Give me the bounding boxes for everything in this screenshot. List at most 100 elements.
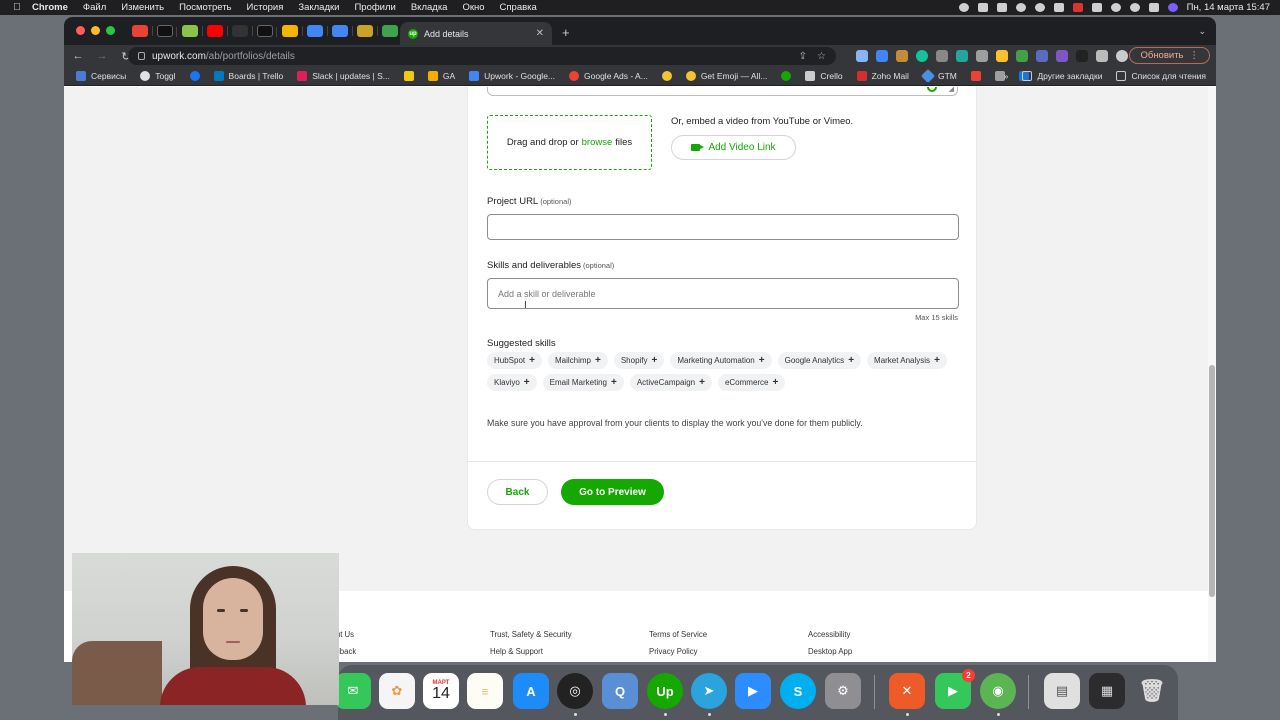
- skill-chip-marketing-automation[interactable]: Marketing Automation +: [670, 352, 772, 369]
- messages-app-icon[interactable]: ✉: [335, 673, 371, 709]
- resize-handle-icon[interactable]: ◢: [949, 87, 954, 93]
- menu-tab[interactable]: Вкладка: [411, 2, 448, 13]
- extension-icon[interactable]: [876, 50, 888, 62]
- menubar-clock[interactable]: Пн, 14 марта 15:47: [1187, 2, 1270, 13]
- extension-icon[interactable]: [956, 50, 968, 62]
- minimize-window-button[interactable]: [91, 26, 100, 35]
- tab-icon[interactable]: [257, 25, 277, 37]
- telegram-app-icon[interactable]: ➤: [691, 673, 727, 709]
- skill-chip-market-analysis[interactable]: Market Analysis +: [867, 352, 947, 369]
- bookmark-trello[interactable]: Boards | Trello: [213, 71, 283, 81]
- footer-link-desktop-app[interactable]: Desktop App: [808, 647, 852, 656]
- description-textarea[interactable]: ◢: [487, 87, 958, 96]
- battery-icon[interactable]: [1053, 3, 1064, 12]
- bookmark-gmail[interactable]: [970, 71, 981, 81]
- cloud-icon[interactable]: [996, 3, 1007, 12]
- documents-stack-icon[interactable]: ▤: [1044, 673, 1080, 709]
- bookmark-upwork[interactable]: [781, 71, 792, 81]
- footer-link-privacy[interactable]: Privacy Policy: [649, 647, 698, 656]
- extension-icon[interactable]: [936, 50, 948, 62]
- bookmark-icon-only[interactable]: [403, 71, 414, 81]
- bookmark-gtm[interactable]: GTM: [920, 68, 957, 84]
- scrollbar-thumb[interactable]: [1209, 365, 1215, 597]
- bookmark-toggl[interactable]: Toggl: [140, 71, 176, 81]
- obs-app-icon[interactable]: ◎: [557, 673, 593, 709]
- system-preferences-icon[interactable]: ⚙: [825, 673, 861, 709]
- quicktime-app-icon[interactable]: Q: [602, 673, 638, 709]
- youtube-tab-icon[interactable]: [207, 25, 228, 37]
- battery-icon[interactable]: [1091, 3, 1102, 12]
- google-docs-tab-icon[interactable]: [307, 25, 328, 37]
- footer-link-terms[interactable]: Terms of Service: [649, 630, 707, 639]
- go-to-preview-button[interactable]: Go to Preview: [561, 479, 664, 505]
- bookmark-google-ads[interactable]: Google Ads - A...: [569, 71, 648, 81]
- address-bar[interactable]: upwork.com/ab/portfolios/details ⇪ ☆: [128, 47, 836, 65]
- tab-icon[interactable]: [232, 25, 253, 37]
- skill-chip-google-analytics[interactable]: Google Analytics +: [777, 352, 862, 369]
- photos-app-icon[interactable]: ✿: [379, 673, 415, 709]
- page-scrollbar[interactable]: [1208, 87, 1216, 662]
- notes-app-icon[interactable]: ≡: [467, 673, 503, 709]
- tab-icon[interactable]: [182, 25, 203, 37]
- google-docs-tab-icon[interactable]: [332, 25, 353, 37]
- bookmark-ga[interactable]: GA: [427, 71, 455, 81]
- extension-icon[interactable]: [996, 50, 1008, 62]
- bookmark-apps[interactable]: Сервисы: [76, 71, 126, 81]
- status-icon[interactable]: [1015, 3, 1026, 12]
- bookmark-slack[interactable]: Slack | updates | S...: [297, 71, 390, 81]
- update-chrome-button[interactable]: Обновить ⋮: [1129, 47, 1210, 64]
- bookmark-facebook[interactable]: [189, 71, 200, 81]
- zoom-app-icon[interactable]: ▶: [735, 673, 771, 709]
- bookmark-zoho-mail[interactable]: Zoho Mail: [856, 71, 909, 81]
- footer-link-help-support[interactable]: Help & Support: [490, 647, 543, 656]
- zoom-window-button[interactable]: [106, 26, 115, 35]
- reading-list-button[interactable]: Список для чтения: [1116, 71, 1206, 81]
- xmind-app-icon[interactable]: ✕: [889, 673, 925, 709]
- profile-avatar[interactable]: [1116, 50, 1128, 62]
- back-arrow-icon[interactable]: ←: [72, 50, 84, 62]
- keyboard-layout-icon[interactable]: [1072, 3, 1083, 12]
- status-icon[interactable]: [977, 3, 988, 12]
- skill-chip-klaviyo[interactable]: Klaviyo +: [487, 374, 537, 391]
- grammarly-icon[interactable]: [927, 87, 937, 92]
- extension-icon[interactable]: [1076, 50, 1088, 62]
- more-bookmarks-icon[interactable]: »: [1004, 71, 1009, 81]
- extension-icon[interactable]: [1016, 50, 1028, 62]
- tab-icon[interactable]: [157, 25, 177, 37]
- new-tab-button[interactable]: +: [562, 25, 570, 40]
- extension-icon[interactable]: [856, 50, 868, 62]
- menu-view[interactable]: Посмотреть: [179, 2, 231, 13]
- skype-app-icon[interactable]: S: [780, 673, 816, 709]
- bookmark-upwork-google[interactable]: Upwork - Google...: [469, 71, 555, 81]
- footer-link-trust-safety[interactable]: Trust, Safety & Security: [490, 630, 572, 639]
- menu-bookmarks[interactable]: Закладки: [298, 2, 339, 13]
- control-center-icon[interactable]: [1148, 3, 1159, 12]
- file-dropzone[interactable]: Drag and drop or browse files: [487, 115, 652, 170]
- chrome-app-icon[interactable]: ◉: [980, 673, 1016, 709]
- puzzle-extensions-icon[interactable]: [1096, 50, 1108, 62]
- add-video-link-button[interactable]: Add Video Link: [671, 135, 796, 160]
- bookmark-icon-only[interactable]: [661, 71, 672, 81]
- back-button[interactable]: Back: [487, 479, 548, 505]
- google-slides-tab-icon[interactable]: [282, 25, 303, 37]
- wifi-icon[interactable]: [1110, 3, 1121, 12]
- skills-input[interactable]: Add a skill or deliverable: [487, 278, 959, 309]
- status-icon[interactable]: [1034, 3, 1045, 12]
- extension-icon[interactable]: [1056, 50, 1068, 62]
- forward-arrow-icon[interactable]: →: [96, 50, 108, 62]
- extension-icon[interactable]: [976, 50, 988, 62]
- share-icon[interactable]: ⇪: [799, 51, 807, 62]
- active-tab[interactable]: up Add details ✕: [400, 22, 552, 45]
- browse-files-link[interactable]: browse: [582, 137, 613, 148]
- menu-app-name[interactable]: Chrome: [32, 2, 68, 13]
- menu-window[interactable]: Окно: [462, 2, 484, 13]
- facetime-app-icon[interactable]: ▶ 2: [935, 669, 975, 709]
- siri-icon[interactable]: [1167, 3, 1178, 12]
- skill-chip-hubspot[interactable]: HubSpot +: [487, 352, 542, 369]
- project-url-input[interactable]: [487, 214, 959, 240]
- menu-edit[interactable]: Изменить: [121, 2, 164, 13]
- menu-profiles[interactable]: Профили: [354, 2, 395, 13]
- skill-chip-mailchimp[interactable]: Mailchimp +: [547, 352, 608, 369]
- gmail-tab-icon[interactable]: [132, 25, 153, 37]
- tab-icon[interactable]: [382, 25, 403, 37]
